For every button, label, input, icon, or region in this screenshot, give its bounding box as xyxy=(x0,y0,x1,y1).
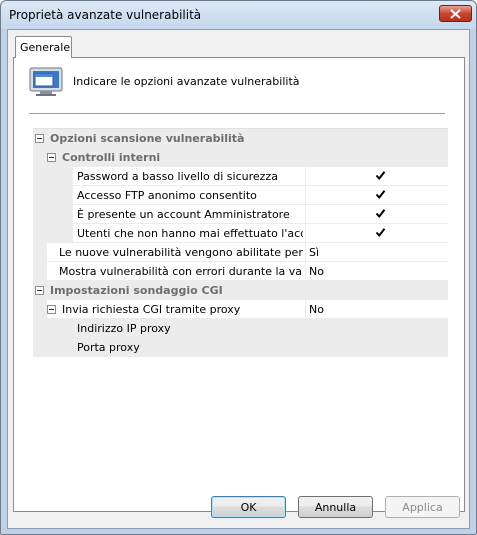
property-row[interactable]: Le nuove vulnerabilità vengono abilitate… xyxy=(33,243,448,262)
collapse-icon[interactable] xyxy=(47,305,56,314)
tab-label: Generale xyxy=(20,41,71,54)
category-label: Impostazioni sondaggio CGI xyxy=(50,284,223,297)
property-value[interactable]: No xyxy=(305,300,448,319)
property-row[interactable]: Mostra vulnerabilità con errori durante … xyxy=(33,262,448,281)
header-description: Indicare le opzioni avanzate vulnerabili… xyxy=(73,75,300,88)
collapse-icon[interactable] xyxy=(35,286,44,295)
property-row[interactable]: Indirizzo IP proxy xyxy=(33,319,448,338)
checkbox-checked-icon[interactable] xyxy=(375,189,386,200)
property-row[interactable]: È presente un account Amministratore xyxy=(33,205,448,224)
header-divider xyxy=(29,113,445,114)
category-opzioni-scansione: Opzioni scansione vulnerabilità xyxy=(33,129,448,148)
property-value[interactable]: No xyxy=(305,262,448,281)
title-bar[interactable]: Proprietà avanzate vulnerabilità xyxy=(1,1,476,29)
category-label: Opzioni scansione vulnerabilità xyxy=(50,132,245,145)
monitor-window-icon xyxy=(29,67,63,96)
tab-panel-generale: Indicare le opzioni avanzate vulnerabili… xyxy=(13,57,465,512)
property-value[interactable] xyxy=(305,338,448,357)
dialog-window: Proprietà avanzate vulnerabilità General… xyxy=(0,0,477,535)
cancel-button-label: Annulla xyxy=(314,500,357,514)
window-title: Proprietà avanzate vulnerabilità xyxy=(9,8,202,22)
property-value[interactable] xyxy=(305,205,448,224)
checkbox-checked-icon[interactable] xyxy=(375,208,386,219)
property-value[interactable]: Sì xyxy=(305,243,448,262)
property-name: Indirizzo IP proxy xyxy=(77,322,171,335)
cancel-button[interactable]: Annulla xyxy=(298,496,373,518)
ok-button[interactable]: OK xyxy=(211,496,286,518)
property-name: Mostra vulnerabilità con errori durante … xyxy=(59,265,303,278)
property-name: Password a basso livello di sicurezza xyxy=(77,170,278,183)
property-value[interactable] xyxy=(305,186,448,205)
property-value[interactable] xyxy=(305,319,448,338)
property-grid: Opzioni scansione vulnerabilità Controll… xyxy=(33,128,448,385)
property-value[interactable] xyxy=(305,224,448,243)
collapse-icon[interactable] xyxy=(35,134,44,143)
category-label: Controlli interni xyxy=(62,151,161,164)
collapse-icon[interactable] xyxy=(47,153,56,162)
tab-generale[interactable]: Generale xyxy=(15,36,72,58)
category-impostazioni-cgi: Impostazioni sondaggio CGI xyxy=(33,281,448,300)
ok-button-label: OK xyxy=(240,500,257,514)
property-name: Porta proxy xyxy=(77,341,140,354)
property-name: È presente un account Amministratore xyxy=(77,208,290,221)
property-name: Le nuove vulnerabilità vengono abilitate… xyxy=(59,246,303,259)
property-row[interactable]: Utenti che non hanno mai effettuato l'ac… xyxy=(33,224,448,243)
close-button[interactable] xyxy=(439,5,472,22)
property-row-expandable[interactable]: Invia richiesta CGI tramite proxy No xyxy=(33,300,448,319)
property-row[interactable]: Password a basso livello di sicurezza xyxy=(33,167,448,186)
property-row[interactable]: Porta proxy xyxy=(33,338,448,357)
close-icon xyxy=(450,8,461,19)
property-name: Accesso FTP anonimo consentito xyxy=(77,189,257,202)
apply-button[interactable]: Applica xyxy=(385,496,460,518)
property-name: Invia richiesta CGI tramite proxy xyxy=(62,303,241,316)
apply-button-label: Applica xyxy=(402,500,443,514)
property-name: Utenti che non hanno mai effettuato l'ac… xyxy=(77,227,303,240)
checkbox-checked-icon[interactable] xyxy=(375,227,386,238)
dialog-client-area: Generale Indicare le opzioni avanzate vu… xyxy=(7,29,470,529)
property-row[interactable]: Accesso FTP anonimo consentito xyxy=(33,186,448,205)
property-value[interactable] xyxy=(305,167,448,186)
checkbox-checked-icon[interactable] xyxy=(375,170,386,181)
category-controlli-interni: Controlli interni xyxy=(33,148,448,167)
